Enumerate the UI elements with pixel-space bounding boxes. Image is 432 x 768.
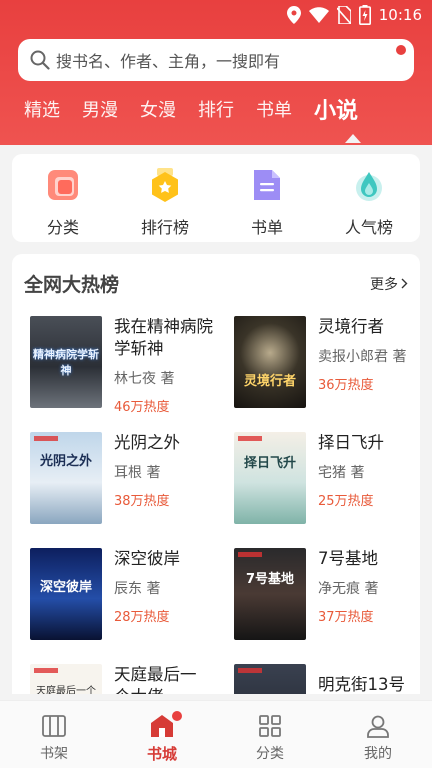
book-heat: 46万热度 (114, 400, 170, 415)
more-link[interactable]: 更多 (370, 274, 408, 294)
tab-featured[interactable]: 精选 (24, 96, 60, 125)
book-cover: 7号基地 (234, 548, 306, 640)
book-grid: 精神病院学斩神 我在精神病院学斩神 林七夜 著 46万热度 灵境行者 灵境行者 … (30, 316, 410, 694)
book-item[interactable]: 明克街13号 (234, 664, 410, 694)
profile-icon (367, 715, 389, 738)
hot-list-title: 全网大热榜 (24, 274, 120, 296)
grid-icon (259, 715, 281, 737)
cover-title: 灵境行者 (243, 374, 296, 389)
tab-ranking[interactable]: 排行 (198, 96, 234, 125)
no-sim-icon (336, 6, 351, 24)
book-title: 深空彼岸 (114, 549, 180, 568)
cover-title: 7号基地 (245, 572, 295, 587)
nav-bookshelf[interactable]: 书架 (0, 701, 108, 768)
nav-category[interactable]: 分类 (216, 701, 324, 768)
book-author: 净无痕 著 (318, 581, 379, 597)
tab-female-comics[interactable]: 女漫 (140, 96, 176, 125)
book-heat: 36万热度 (318, 378, 374, 393)
tab-male-comics[interactable]: 男漫 (82, 96, 118, 125)
book-author: 耳根 著 (114, 465, 161, 481)
more-label: 更多 (370, 276, 398, 293)
nav-bookshelf-label: 书架 (40, 746, 68, 762)
active-tab-indicator (345, 134, 361, 143)
book-author: 林七夜 著 (114, 371, 175, 387)
book-author: 宅猪 著 (318, 465, 365, 481)
book-author: 卖报小郎君 著 (318, 349, 407, 365)
book-heat: 25万热度 (318, 494, 374, 509)
hot-list-header: 全网大热榜 更多 (12, 254, 420, 297)
battery-icon (358, 5, 371, 25)
nav-category-label: 分类 (256, 746, 284, 762)
search-placeholder: 搜书名、作者、主角，一搜即有 (56, 52, 281, 71)
book-title: 灵境行者 (318, 317, 384, 336)
book-cover: 光阴之外 (30, 432, 102, 524)
category-icon (46, 168, 80, 202)
search-icon (30, 50, 50, 70)
shortcut-popularity-label: 人气榜 (344, 218, 393, 237)
search-input[interactable]: 搜书名、作者、主角，一搜即有 (18, 39, 414, 81)
cover-title: 择日飞升 (243, 456, 296, 471)
shortcut-popularity[interactable]: 人气榜 (324, 168, 414, 238)
tab-novel[interactable]: 小说 (314, 93, 358, 125)
book-title: 我在精神病院学斩神 (114, 317, 213, 358)
book-cover: 深空彼岸 (30, 548, 102, 640)
cover-title: 深空彼岸 (39, 580, 92, 595)
bookshelf-icon (42, 715, 66, 737)
nav-profile[interactable]: 我的 (324, 701, 432, 768)
shortcut-category[interactable]: 分类 (18, 168, 108, 238)
shortcut-booklist[interactable]: 书单 (222, 168, 312, 238)
status-time: 10:16 (378, 6, 422, 24)
book-heat: 28万热度 (114, 610, 170, 625)
booklist-icon (250, 168, 284, 202)
shortcut-card: 分类 排行榜 书单 人气榜 (12, 154, 420, 242)
book-item[interactable]: 光阴之外 光阴之外 耳根 著 38万热度 (30, 432, 234, 524)
tab-booklist[interactable]: 书单 (256, 96, 292, 125)
chevron-right-icon (401, 278, 408, 289)
cover-title: 天庭最后一个 (36, 686, 96, 694)
nav-notification-dot (172, 711, 182, 721)
shortcut-ranking-label: 排行榜 (140, 218, 189, 237)
book-title: 择日飞升 (318, 433, 384, 452)
category-tabs: 精选 男漫 女漫 排行 书单 小说 (24, 96, 380, 125)
location-icon (286, 6, 301, 24)
nav-bookstore-label: 书城 (146, 745, 177, 763)
notification-dot (396, 45, 406, 55)
hot-list-card: 全网大热榜 更多 精神病院学斩神 我在精神病院学斩神 林七夜 著 46万热度 灵… (12, 254, 420, 694)
book-title: 7号基地 (318, 549, 378, 568)
book-item[interactable]: 精神病院学斩神 我在精神病院学斩神 林七夜 著 46万热度 (30, 316, 234, 415)
ranking-icon (148, 168, 182, 202)
shortcut-ranking[interactable]: 排行榜 (120, 168, 210, 238)
status-bar: 10:16 (0, 0, 432, 30)
book-item[interactable]: 天庭最后一个 天庭最后一个大佬 (30, 664, 234, 694)
popularity-icon (352, 168, 386, 202)
wifi-icon (308, 7, 329, 23)
cover-title: 光阴之外 (39, 454, 92, 469)
book-author: 辰东 著 (114, 581, 161, 597)
book-item[interactable]: 7号基地 7号基地 净无痕 著 37万热度 (234, 548, 410, 640)
nav-bookstore[interactable]: 书城 (108, 701, 216, 768)
shortcut-booklist-label: 书单 (250, 218, 283, 237)
header: 10:16 搜书名、作者、主角，一搜即有 精选 男漫 女漫 排行 书单 小说 (0, 0, 432, 145)
book-item[interactable]: 灵境行者 灵境行者 卖报小郎君 著 36万热度 (234, 316, 410, 408)
book-item[interactable]: 择日飞升 择日飞升 宅猪 著 25万热度 (234, 432, 410, 524)
book-heat: 37万热度 (318, 610, 374, 625)
book-cover: 精神病院学斩神 (30, 316, 102, 408)
book-heat: 38万热度 (114, 494, 170, 509)
bottom-nav: 书架 书城 分类 我的 (0, 700, 432, 768)
book-title: 明克街13号 (318, 675, 405, 694)
book-cover (234, 664, 306, 694)
book-cover: 天庭最后一个 (30, 664, 102, 694)
cover-title: 精神病院学斩神 (33, 348, 99, 377)
nav-profile-label: 我的 (364, 746, 392, 762)
shortcut-category-label: 分类 (46, 218, 79, 237)
book-cover: 灵境行者 (234, 316, 306, 408)
book-cover: 择日飞升 (234, 432, 306, 524)
book-title: 光阴之外 (114, 433, 180, 452)
book-item[interactable]: 深空彼岸 深空彼岸 辰东 著 28万热度 (30, 548, 234, 640)
book-title: 天庭最后一个大佬 (114, 665, 197, 694)
